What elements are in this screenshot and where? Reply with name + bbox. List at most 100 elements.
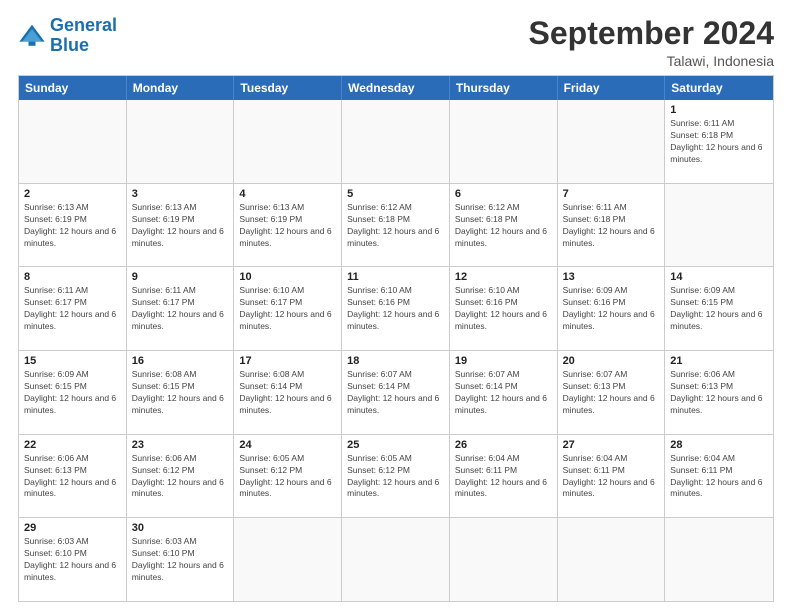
calendar-header: Sunday Monday Tuesday Wednesday Thursday… — [19, 76, 773, 100]
day-number: 13 — [563, 271, 660, 283]
logo-text: General Blue — [50, 16, 117, 56]
day-info: Sunrise: 6:03 AMSunset: 6:10 PMDaylight:… — [24, 536, 121, 584]
day-info: Sunrise: 6:04 AMSunset: 6:11 PMDaylight:… — [670, 453, 768, 501]
day-cell-5: 5 Sunrise: 6:12 AMSunset: 6:18 PMDaylight… — [342, 184, 450, 267]
day-info: Sunrise: 6:08 AMSunset: 6:14 PMDaylight:… — [239, 369, 336, 417]
empty-cell-5-3 — [342, 518, 450, 601]
day-cell-14: 14 Sunrise: 6:09 AMSunset: 6:15 PMDayligh… — [665, 267, 773, 350]
empty-cell-5-5 — [558, 518, 666, 601]
day-number: 4 — [239, 188, 336, 200]
day-info: Sunrise: 6:07 AMSunset: 6:13 PMDaylight:… — [563, 369, 660, 417]
day-cell-29: 29 Sunrise: 6:03 AMSunset: 6:10 PMDayligh… — [19, 518, 127, 601]
day-info: Sunrise: 6:04 AMSunset: 6:11 PMDaylight:… — [455, 453, 552, 501]
day-info: Sunrise: 6:11 AMSunset: 6:18 PMDaylight:… — [670, 118, 768, 166]
day-number: 27 — [563, 439, 660, 451]
empty-cell-0-1 — [127, 100, 235, 183]
day-cell-2: 2Sunrise: 6:13 AMSunset: 6:19 PMDaylight… — [19, 184, 127, 267]
day-info: Sunrise: 6:11 AMSunset: 6:17 PMDaylight:… — [24, 285, 121, 333]
day-info: Sunrise: 6:13 AMSunset: 6:19 PMDaylight:… — [132, 202, 229, 250]
header-wednesday: Wednesday — [342, 76, 450, 100]
day-number: 1 — [670, 104, 768, 116]
day-number: 19 — [455, 355, 552, 367]
day-number: 23 — [132, 439, 229, 451]
month-title: September 2024 — [529, 16, 774, 51]
day-number: 29 — [24, 522, 121, 534]
empty-cell-0-5 — [558, 100, 666, 183]
header-saturday: Saturday — [665, 76, 773, 100]
day-cell-24: 24Sunrise: 6:05 AMSunset: 6:12 PMDayligh… — [234, 435, 342, 518]
day-number: 25 — [347, 439, 444, 451]
day-info: Sunrise: 6:09 AMSunset: 6:15 PMDaylight:… — [24, 369, 121, 417]
day-number: 26 — [455, 439, 552, 451]
day-info: Sunrise: 6:12 AMSunset: 6:18 PMDaylight:… — [347, 202, 444, 250]
day-cell-17: 17 Sunrise: 6:08 AMSunset: 6:14 PMDayligh… — [234, 351, 342, 434]
day-number: 17 — [239, 355, 336, 367]
day-cell-4: 4 Sunrise: 6:13 AMSunset: 6:19 PMDaylight… — [234, 184, 342, 267]
empty-cell-0-0 — [19, 100, 127, 183]
empty-cell-0-3 — [342, 100, 450, 183]
day-number: 2 — [24, 188, 121, 200]
day-info: Sunrise: 6:06 AMSunset: 6:13 PMDaylight:… — [670, 369, 768, 417]
header-monday: Monday — [127, 76, 235, 100]
day-cell-23: 23 Sunrise: 6:06 AMSunset: 6:12 PMDayligh… — [127, 435, 235, 518]
day-number: 10 — [239, 271, 336, 283]
day-number: 22 — [24, 439, 121, 451]
day-number: 18 — [347, 355, 444, 367]
day-number: 5 — [347, 188, 444, 200]
day-cell-25: 25 Sunrise: 6:05 AMSunset: 6:12 PMDayligh… — [342, 435, 450, 518]
day-number: 24 — [239, 439, 336, 451]
header-sunday: Sunday — [19, 76, 127, 100]
empty-cell-0-2 — [234, 100, 342, 183]
day-number: 16 — [132, 355, 229, 367]
day-cell-13: 13Sunrise: 6:09 AMSunset: 6:16 PMDayligh… — [558, 267, 666, 350]
empty-cell-5-4 — [450, 518, 558, 601]
day-info: Sunrise: 6:10 AMSunset: 6:16 PMDaylight:… — [347, 285, 444, 333]
day-cell-26: 26 Sunrise: 6:04 AMSunset: 6:11 PMDayligh… — [450, 435, 558, 518]
empty-cell-1-6 — [665, 184, 773, 267]
day-info: Sunrise: 6:10 AMSunset: 6:16 PMDaylight:… — [455, 285, 552, 333]
day-number: 28 — [670, 439, 768, 451]
empty-cell-5-2 — [234, 518, 342, 601]
day-info: Sunrise: 6:11 AMSunset: 6:18 PMDaylight:… — [563, 202, 660, 250]
day-number: 6 — [455, 188, 552, 200]
day-cell-30: 30Sunrise: 6:03 AMSunset: 6:10 PMDayligh… — [127, 518, 235, 601]
logo-icon — [18, 22, 46, 50]
day-cell-21: 21 Sunrise: 6:06 AMSunset: 6:13 PMDayligh… — [665, 351, 773, 434]
day-number: 20 — [563, 355, 660, 367]
week-row-1: 2 Sunrise: 6:13 AMSunset: 6:19 PMDaylight… — [19, 183, 773, 267]
day-number: 7 — [563, 188, 660, 200]
page: General Blue September 2024 Talawi, Indo… — [0, 0, 792, 612]
calendar-body: 1 Sunrise: 6:11 AMSunset: 6:18 PMDaylight… — [19, 100, 773, 601]
day-number: 12 — [455, 271, 552, 283]
header-row: General Blue September 2024 Talawi, Indo… — [18, 16, 774, 69]
day-cell-16: 16 Sunrise: 6:08 AMSunset: 6:15 PMDayligh… — [127, 351, 235, 434]
day-cell-19: 19 Sunrise: 6:07 AMSunset: 6:14 PMDayligh… — [450, 351, 558, 434]
day-cell-3: 3Sunrise: 6:13 AMSunset: 6:19 PMDaylight… — [127, 184, 235, 267]
day-number: 14 — [670, 271, 768, 283]
week-row-4: 22 Sunrise: 6:06 AMSunset: 6:13 PMDayligh… — [19, 434, 773, 518]
calendar: Sunday Monday Tuesday Wednesday Thursday… — [18, 75, 774, 602]
day-info: Sunrise: 6:05 AMSunset: 6:12 PMDaylight:… — [347, 453, 444, 501]
day-info: Sunrise: 6:06 AMSunset: 6:12 PMDaylight:… — [132, 453, 229, 501]
empty-cell-0-4 — [450, 100, 558, 183]
day-info: Sunrise: 6:07 AMSunset: 6:14 PMDaylight:… — [455, 369, 552, 417]
logo-blue: Blue — [50, 36, 117, 56]
header-friday: Friday — [558, 76, 666, 100]
day-cell-22: 22 Sunrise: 6:06 AMSunset: 6:13 PMDayligh… — [19, 435, 127, 518]
day-info: Sunrise: 6:08 AMSunset: 6:15 PMDaylight:… — [132, 369, 229, 417]
logo: General Blue — [18, 16, 117, 56]
day-info: Sunrise: 6:06 AMSunset: 6:13 PMDaylight:… — [24, 453, 121, 501]
day-cell-28: 28 Sunrise: 6:04 AMSunset: 6:11 PMDayligh… — [665, 435, 773, 518]
day-number: 11 — [347, 271, 444, 283]
empty-cell-5-6 — [665, 518, 773, 601]
week-row-3: 15Sunrise: 6:09 AMSunset: 6:15 PMDayligh… — [19, 350, 773, 434]
header-thursday: Thursday — [450, 76, 558, 100]
day-cell-11: 11 Sunrise: 6:10 AMSunset: 6:16 PMDayligh… — [342, 267, 450, 350]
day-number: 21 — [670, 355, 768, 367]
day-cell-20: 20 Sunrise: 6:07 AMSunset: 6:13 PMDayligh… — [558, 351, 666, 434]
day-info: Sunrise: 6:11 AMSunset: 6:17 PMDaylight:… — [132, 285, 229, 333]
week-row-0: 1 Sunrise: 6:11 AMSunset: 6:18 PMDaylight… — [19, 100, 773, 183]
day-info: Sunrise: 6:13 AMSunset: 6:19 PMDaylight:… — [239, 202, 336, 250]
subtitle: Talawi, Indonesia — [529, 53, 774, 69]
day-info: Sunrise: 6:09 AMSunset: 6:15 PMDaylight:… — [670, 285, 768, 333]
